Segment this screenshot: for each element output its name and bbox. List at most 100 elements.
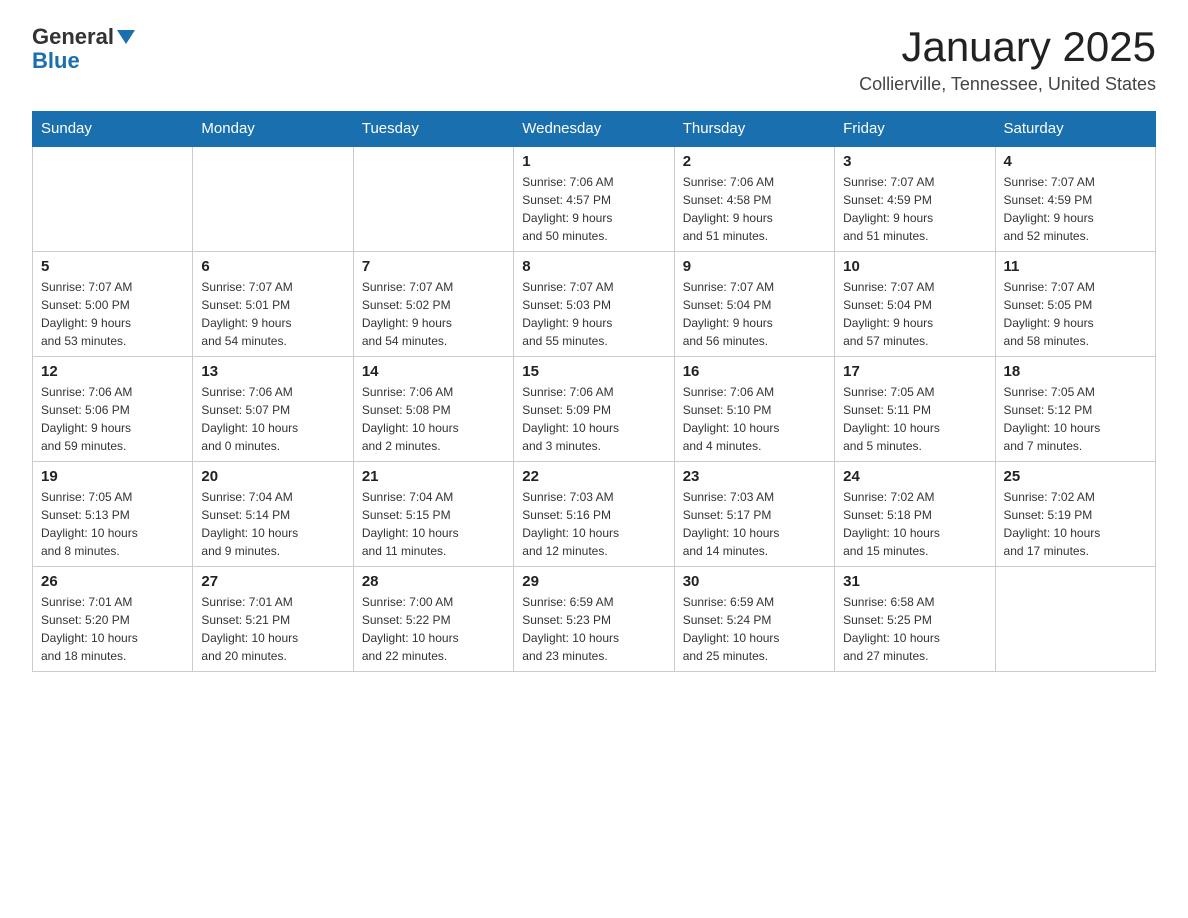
calendar-week-row: 1Sunrise: 7:06 AM Sunset: 4:57 PM Daylig… (33, 146, 1156, 252)
calendar-cell (193, 146, 353, 252)
calendar-cell: 26 Sunrise: 7:01 AM Sunset: 5:20 PM Dayli… (33, 567, 193, 672)
column-header-sunday: Sunday (33, 112, 193, 147)
calendar-week-row: 12 Sunrise: 7:06 AM Sunset: 5:06 PM Dayli… (33, 357, 1156, 462)
day-number: 7 (362, 258, 505, 275)
calendar-week-row: 19Sunrise: 7:05 AM Sunset: 5:13 PM Dayli… (33, 462, 1156, 567)
column-header-wednesday: Wednesday (514, 112, 674, 147)
day-number: 16 (683, 363, 826, 380)
day-info: Sunrise: 7:07 AM Sunset: 5:05 PM Dayligh… (1004, 278, 1147, 350)
day-number: 24 (843, 468, 986, 485)
column-header-saturday: Saturday (995, 112, 1155, 147)
day-info: Sunrise: 7:03 AM Sunset: 5:16 PM Dayligh… (522, 488, 665, 560)
calendar-cell: 21Sunrise: 7:04 AM Sunset: 5:15 PM Dayli… (353, 462, 513, 567)
calendar-cell: 17 Sunrise: 7:05 AM Sunset: 5:11 PM Dayli… (835, 357, 995, 462)
column-header-friday: Friday (835, 112, 995, 147)
calendar-cell (353, 146, 513, 252)
day-number: 22 (522, 468, 665, 485)
day-info: Sunrise: 6:59 AM Sunset: 5:24 PM Dayligh… (683, 593, 826, 665)
location-text: Collierville, Tennessee, United States (859, 74, 1156, 95)
day-info: Sunrise: 7:06 AM Sunset: 5:09 PM Dayligh… (522, 383, 665, 455)
day-info: Sunrise: 7:03 AM Sunset: 5:17 PM Dayligh… (683, 488, 826, 560)
day-number: 6 (201, 258, 344, 275)
logo-blue-text: Blue (32, 48, 80, 74)
calendar-cell (33, 146, 193, 252)
day-number: 10 (843, 258, 986, 275)
day-info: Sunrise: 7:07 AM Sunset: 4:59 PM Dayligh… (1004, 173, 1147, 245)
day-info: Sunrise: 7:06 AM Sunset: 5:06 PM Dayligh… (41, 383, 184, 455)
calendar-cell: 1Sunrise: 7:06 AM Sunset: 4:57 PM Daylig… (514, 146, 674, 252)
day-number: 8 (522, 258, 665, 275)
day-number: 3 (843, 153, 986, 170)
day-number: 12 (41, 363, 184, 380)
day-info: Sunrise: 7:05 AM Sunset: 5:12 PM Dayligh… (1004, 383, 1147, 455)
calendar-cell: 19Sunrise: 7:05 AM Sunset: 5:13 PM Dayli… (33, 462, 193, 567)
page-header: General Blue January 2025 Collierville, … (32, 24, 1156, 95)
calendar-cell: 2Sunrise: 7:06 AM Sunset: 4:58 PM Daylig… (674, 146, 834, 252)
calendar-cell: 16 Sunrise: 7:06 AM Sunset: 5:10 PM Dayli… (674, 357, 834, 462)
day-number: 25 (1004, 468, 1147, 485)
calendar-cell: 10 Sunrise: 7:07 AM Sunset: 5:04 PM Dayli… (835, 252, 995, 357)
day-info: Sunrise: 7:01 AM Sunset: 5:21 PM Dayligh… (201, 593, 344, 665)
column-header-tuesday: Tuesday (353, 112, 513, 147)
calendar-cell: 3 Sunrise: 7:07 AM Sunset: 4:59 PM Daylig… (835, 146, 995, 252)
title-area: January 2025 Collierville, Tennessee, Un… (859, 24, 1156, 95)
logo-general-text: General (32, 24, 114, 50)
calendar-cell: 11Sunrise: 7:07 AM Sunset: 5:05 PM Dayli… (995, 252, 1155, 357)
logo: General Blue (32, 24, 135, 74)
day-info: Sunrise: 7:04 AM Sunset: 5:15 PM Dayligh… (362, 488, 505, 560)
day-number: 1 (522, 153, 665, 170)
day-number: 4 (1004, 153, 1147, 170)
day-info: Sunrise: 7:01 AM Sunset: 5:20 PM Dayligh… (41, 593, 184, 665)
day-info: Sunrise: 7:06 AM Sunset: 4:58 PM Dayligh… (683, 173, 826, 245)
day-number: 18 (1004, 363, 1147, 380)
day-info: Sunrise: 7:07 AM Sunset: 5:01 PM Dayligh… (201, 278, 344, 350)
calendar-week-row: 5Sunrise: 7:07 AM Sunset: 5:00 PM Daylig… (33, 252, 1156, 357)
day-number: 27 (201, 573, 344, 590)
day-info: Sunrise: 6:59 AM Sunset: 5:23 PM Dayligh… (522, 593, 665, 665)
day-info: Sunrise: 7:04 AM Sunset: 5:14 PM Dayligh… (201, 488, 344, 560)
calendar-cell: 28Sunrise: 7:00 AM Sunset: 5:22 PM Dayli… (353, 567, 513, 672)
day-info: Sunrise: 7:06 AM Sunset: 5:10 PM Dayligh… (683, 383, 826, 455)
calendar-cell: 27 Sunrise: 7:01 AM Sunset: 5:21 PM Dayli… (193, 567, 353, 672)
day-number: 17 (843, 363, 986, 380)
day-number: 9 (683, 258, 826, 275)
calendar-cell: 9 Sunrise: 7:07 AM Sunset: 5:04 PM Daylig… (674, 252, 834, 357)
day-info: Sunrise: 6:58 AM Sunset: 5:25 PM Dayligh… (843, 593, 986, 665)
day-info: Sunrise: 7:06 AM Sunset: 5:08 PM Dayligh… (362, 383, 505, 455)
day-number: 14 (362, 363, 505, 380)
day-number: 30 (683, 573, 826, 590)
day-info: Sunrise: 7:07 AM Sunset: 5:04 PM Dayligh… (683, 278, 826, 350)
day-info: Sunrise: 7:07 AM Sunset: 5:04 PM Dayligh… (843, 278, 986, 350)
calendar-cell: 22 Sunrise: 7:03 AM Sunset: 5:16 PM Dayli… (514, 462, 674, 567)
calendar-cell: 4 Sunrise: 7:07 AM Sunset: 4:59 PM Daylig… (995, 146, 1155, 252)
calendar-cell (995, 567, 1155, 672)
day-info: Sunrise: 7:05 AM Sunset: 5:11 PM Dayligh… (843, 383, 986, 455)
calendar-cell: 15Sunrise: 7:06 AM Sunset: 5:09 PM Dayli… (514, 357, 674, 462)
calendar-cell: 6 Sunrise: 7:07 AM Sunset: 5:01 PM Daylig… (193, 252, 353, 357)
day-info: Sunrise: 7:07 AM Sunset: 5:03 PM Dayligh… (522, 278, 665, 350)
column-header-monday: Monday (193, 112, 353, 147)
day-number: 23 (683, 468, 826, 485)
logo-triangle-icon (117, 30, 135, 44)
column-header-thursday: Thursday (674, 112, 834, 147)
calendar-cell: 24 Sunrise: 7:02 AM Sunset: 5:18 PM Dayli… (835, 462, 995, 567)
day-number: 20 (201, 468, 344, 485)
day-number: 26 (41, 573, 184, 590)
calendar-cell: 14 Sunrise: 7:06 AM Sunset: 5:08 PM Dayli… (353, 357, 513, 462)
calendar-cell: 20 Sunrise: 7:04 AM Sunset: 5:14 PM Dayli… (193, 462, 353, 567)
day-info: Sunrise: 7:06 AM Sunset: 5:07 PM Dayligh… (201, 383, 344, 455)
calendar-cell: 13 Sunrise: 7:06 AM Sunset: 5:07 PM Dayli… (193, 357, 353, 462)
day-info: Sunrise: 7:07 AM Sunset: 4:59 PM Dayligh… (843, 173, 986, 245)
day-info: Sunrise: 7:00 AM Sunset: 5:22 PM Dayligh… (362, 593, 505, 665)
day-number: 13 (201, 363, 344, 380)
calendar-header-row: SundayMondayTuesdayWednesdayThursdayFrid… (33, 112, 1156, 147)
calendar-cell: 30 Sunrise: 6:59 AM Sunset: 5:24 PM Dayli… (674, 567, 834, 672)
calendar-week-row: 26 Sunrise: 7:01 AM Sunset: 5:20 PM Dayli… (33, 567, 1156, 672)
month-title: January 2025 (859, 24, 1156, 70)
day-number: 31 (843, 573, 986, 590)
day-number: 19 (41, 468, 184, 485)
day-info: Sunrise: 7:02 AM Sunset: 5:18 PM Dayligh… (843, 488, 986, 560)
calendar-cell: 29 Sunrise: 6:59 AM Sunset: 5:23 PM Dayli… (514, 567, 674, 672)
day-number: 29 (522, 573, 665, 590)
day-info: Sunrise: 7:07 AM Sunset: 5:00 PM Dayligh… (41, 278, 184, 350)
